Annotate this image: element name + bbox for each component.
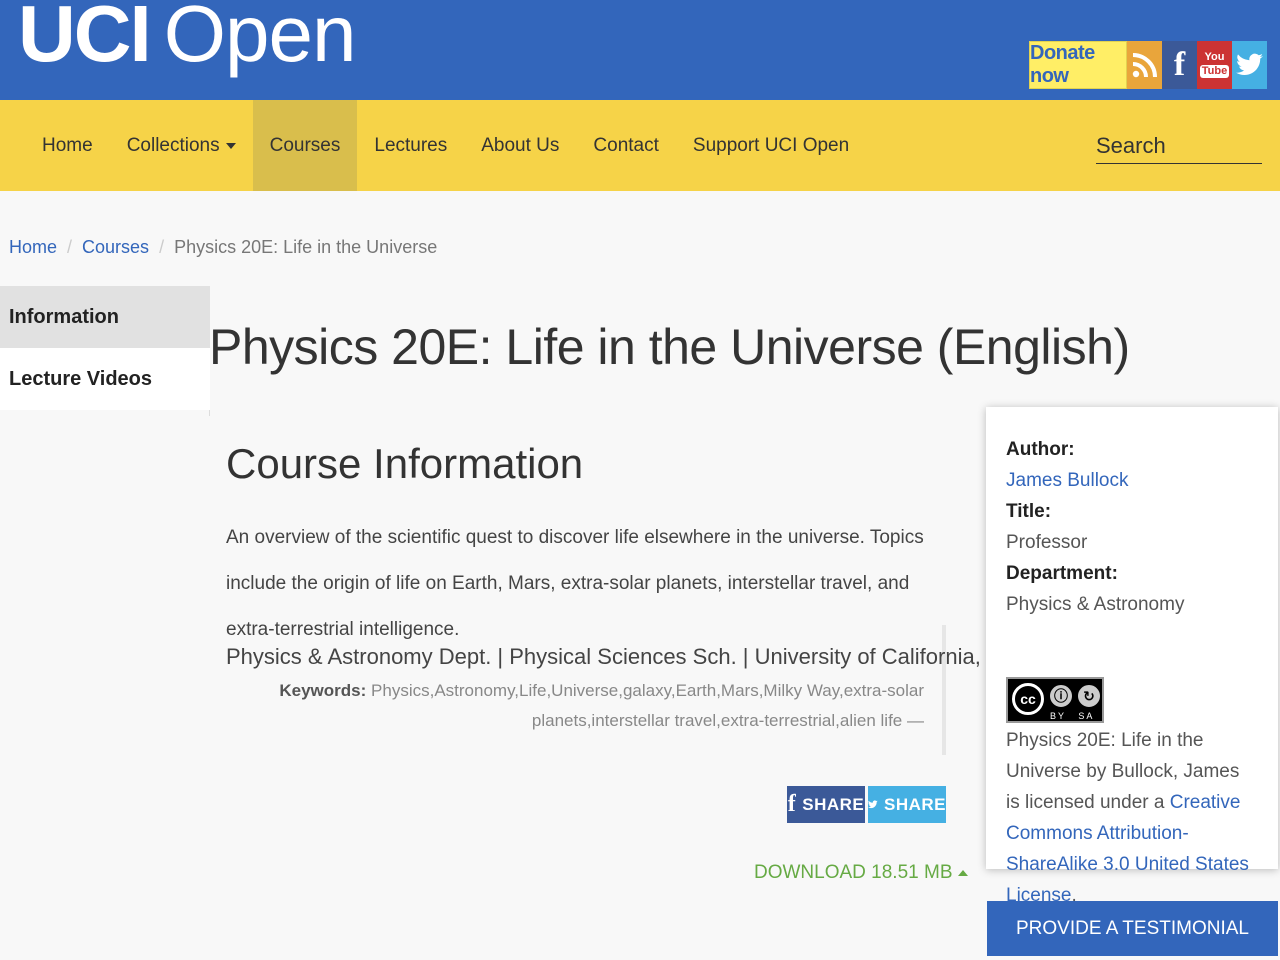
youtube-bottom: Tube	[1199, 65, 1230, 78]
uci-open-logo[interactable]: UCI Open	[18, 0, 356, 74]
keywords-label: Keywords:	[279, 681, 367, 700]
department-label: Department:	[1006, 563, 1118, 584]
site-header: UCI Open Donate now f You Tube	[0, 0, 1280, 100]
department-value: Physics & Astronomy	[1006, 594, 1185, 615]
course-meta: Physics & Astronomy Dept. | Physical Sci…	[226, 625, 1041, 755]
nav-lectures[interactable]: Lectures	[357, 100, 464, 191]
by-icon: ⓘ	[1048, 683, 1074, 709]
cc-sa-text: SA	[1078, 711, 1095, 721]
youtube-icon[interactable]: You Tube	[1197, 41, 1232, 89]
author-link[interactable]: James Bullock	[1006, 465, 1258, 496]
caret-up-icon	[957, 869, 968, 876]
facebook-share-button[interactable]: f SHARE	[787, 786, 865, 823]
chevron-down-icon	[225, 142, 236, 149]
social-bar: Donate now f You Tube	[1029, 41, 1267, 89]
nav-courses[interactable]: Courses	[252, 100, 358, 191]
side-tabs: Information Lecture Videos	[0, 286, 210, 416]
title-label: Title:	[1006, 501, 1052, 522]
breadcrumb-current: Physics 20E: Life in the Universe	[174, 237, 438, 257]
cc-icon: cc	[1012, 683, 1044, 715]
title-value: Professor	[1006, 532, 1088, 553]
nav-support-label: Support UCI Open	[692, 134, 850, 156]
rss-svg	[1132, 53, 1157, 78]
twitter-icon[interactable]	[1232, 41, 1267, 89]
tab-information[interactable]: Information	[0, 286, 210, 348]
keywords-list: Physics,Astronomy,Life,Universe,galaxy,E…	[371, 681, 924, 730]
twitter-share-button[interactable]: SHARE	[868, 786, 946, 823]
main-navbar: Home Collections Courses Lectures About …	[0, 100, 1280, 191]
breadcrumb-courses[interactable]: Courses	[82, 237, 149, 257]
nav-home[interactable]: Home	[25, 100, 110, 191]
provide-testimonial-button[interactable]: PROVIDE A TESTIMONIAL	[987, 901, 1278, 956]
nav-list: Home Collections Courses Lectures About …	[25, 100, 866, 191]
twitter-icon	[868, 800, 878, 809]
twitter-share-label: SHARE	[883, 794, 946, 814]
sa-icon: ↻	[1076, 683, 1102, 709]
facebook-share-label: SHARE	[802, 794, 865, 814]
tab-lecture-videos[interactable]: Lecture Videos	[0, 348, 210, 410]
logo-open: Open	[163, 0, 357, 78]
cc-by-text: BY	[1050, 711, 1066, 721]
course-info-card: Author: James Bullock Title: Professor D…	[986, 407, 1278, 906]
nav-collections-label: Collections	[126, 134, 220, 156]
twitter-bird-svg	[1235, 53, 1263, 76]
facebook-icon[interactable]: f	[1162, 41, 1197, 89]
download-link[interactable]: DOWNLOAD 18.51 MB	[754, 862, 968, 884]
section-title: Course Information	[226, 440, 584, 487]
nav-about-us-label: About Us	[481, 134, 560, 156]
cc-badge-tags: BY SA	[1050, 711, 1094, 721]
page-title: Physics 20E: Life in the Universe (Engli…	[209, 319, 1130, 375]
youtube-top: You	[1204, 51, 1225, 63]
creative-commons-badge[interactable]: cc ⓘ ↻ BY SA	[1006, 677, 1104, 723]
breadcrumb-separator: /	[159, 237, 165, 257]
facebook-icon: f	[787, 791, 797, 817]
breadcrumb: Home / Courses / Physics 20E: Life in the Un…	[9, 237, 437, 258]
donate-button[interactable]: Donate now	[1029, 41, 1127, 89]
nav-courses-label: Courses	[269, 134, 341, 156]
logo-uci: UCI	[18, 0, 152, 78]
download-label: DOWNLOAD 18.51 MB	[754, 862, 953, 883]
facebook-glyph: f	[1173, 46, 1186, 83]
breadcrumb-home[interactable]: Home	[9, 237, 57, 257]
nav-collections[interactable]: Collections	[110, 100, 253, 191]
nav-contact[interactable]: Contact	[576, 100, 675, 191]
keywords: Keywords: Physics,Astronomy,Life,Univers…	[226, 676, 924, 736]
search-input[interactable]	[1096, 128, 1262, 164]
nav-about-us[interactable]: About Us	[464, 100, 576, 191]
rss-icon[interactable]	[1127, 41, 1162, 89]
breadcrumb-separator: /	[67, 237, 73, 257]
affiliation: Physics & Astronomy Dept. | Physical Sci…	[226, 644, 1041, 669]
license-text: Physics 20E: Life in the Universe by Bul…	[1006, 725, 1258, 911]
nav-lectures-label: Lectures	[374, 134, 448, 156]
nav-home-label: Home	[42, 134, 93, 156]
nav-support[interactable]: Support UCI Open	[676, 100, 866, 191]
author-label: Author:	[1006, 439, 1075, 460]
nav-contact-label: Contact	[593, 134, 659, 156]
